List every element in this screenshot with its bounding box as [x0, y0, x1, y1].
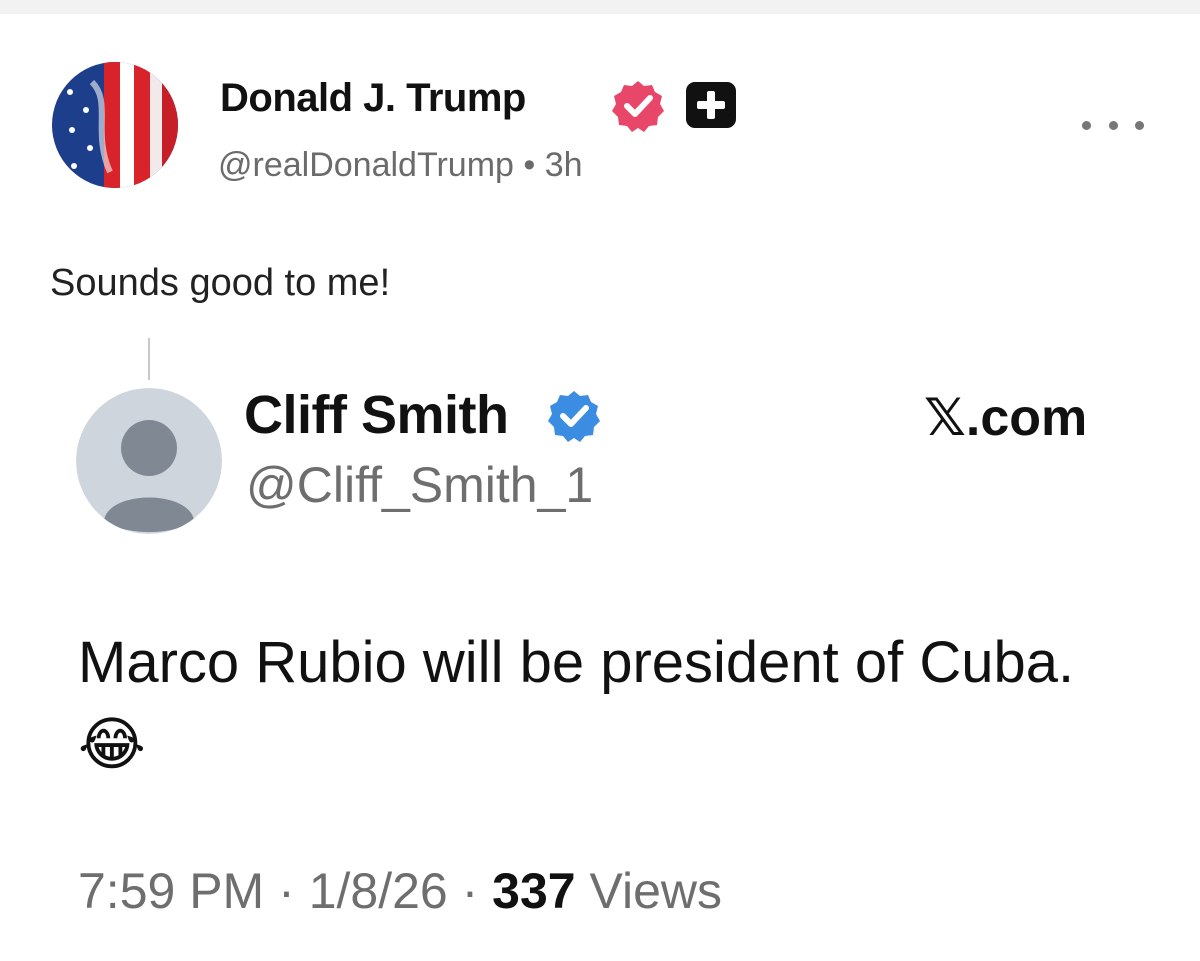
quoted-post-date: 1/8/26	[308, 863, 448, 919]
quoted-post-time: 7:59 PM	[78, 863, 265, 919]
meta-separator: ·	[461, 863, 479, 919]
author-avatar[interactable]	[52, 62, 178, 188]
post-time[interactable]: 3h	[545, 146, 583, 184]
meta-separator: ·	[278, 863, 295, 919]
meta-separator: •	[523, 146, 536, 184]
views-label: Views	[589, 863, 722, 919]
quoted-author-handle[interactable]: @Cliff_Smith_1	[246, 456, 593, 514]
verified-badge-icon	[610, 78, 666, 134]
truth-post: Donald J. Trump @realDonaldTrump • 3h So…	[0, 0, 1200, 961]
author-handle[interactable]: @realDonaldTrump	[218, 146, 514, 184]
american-flag-avatar-icon	[52, 62, 178, 188]
quoted-author-name[interactable]: Cliff Smith	[244, 384, 509, 446]
quoted-post-meta: 7:59 PM · 1/8/26 · 337 Views	[78, 862, 722, 920]
quoted-post-text: Marco Rubio will be president of Cuba. 😂	[78, 630, 1075, 777]
author-handle-line: @realDonaldTrump • 3h	[218, 146, 583, 185]
source-label: 𝕏.com	[924, 389, 1088, 447]
verified-badge-icon	[546, 388, 602, 444]
post-text: Sounds good to me!	[50, 262, 391, 304]
quoted-author-avatar[interactable]	[76, 388, 222, 534]
default-avatar-icon	[76, 388, 222, 534]
author-name[interactable]: Donald J. Trump	[220, 76, 526, 121]
views-count: 337	[492, 863, 576, 919]
more-options-icon[interactable]	[1082, 110, 1144, 140]
plus-badge-icon	[684, 80, 738, 130]
thread-connector	[148, 338, 150, 380]
